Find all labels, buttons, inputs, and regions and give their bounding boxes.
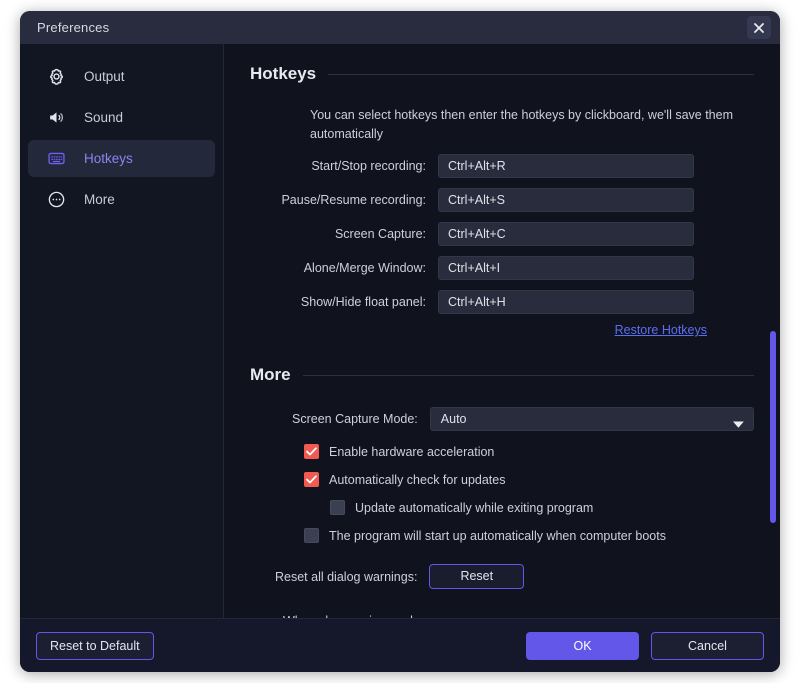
hotkey-row: Screen Capture: bbox=[250, 222, 754, 246]
checkbox-box bbox=[330, 500, 345, 515]
restore-hotkeys-row: Restore Hotkeys bbox=[250, 323, 707, 337]
sidebar-item-label: Sound bbox=[84, 110, 124, 125]
checkbox-enable-hardware-acceleration[interactable]: Enable hardware acceleration bbox=[304, 444, 754, 459]
hotkeys-description: You can select hotkeys then enter the ho… bbox=[310, 108, 733, 141]
hotkey-input-show-hide-float-panel[interactable] bbox=[438, 290, 694, 314]
dialog-footer: Reset to Default OK Cancel bbox=[20, 618, 780, 672]
screen-capture-mode-label: Screen Capture Mode: bbox=[292, 412, 418, 426]
checkbox-start-up-automatically[interactable]: The program will start up automatically … bbox=[304, 528, 754, 543]
checkbox-update-automatically-while-exiting[interactable]: Update automatically while exiting progr… bbox=[330, 500, 754, 515]
ellipsis-circle-icon bbox=[46, 190, 66, 210]
hotkey-label: Pause/Resume recording: bbox=[281, 193, 426, 207]
hotkey-label: Show/Hide float panel: bbox=[300, 295, 426, 309]
screen-capture-mode-row: Screen Capture Mode: Auto bbox=[250, 407, 754, 431]
hotkey-input-screen-capture[interactable] bbox=[438, 222, 694, 246]
ok-button[interactable]: OK bbox=[526, 631, 639, 660]
close-button[interactable] bbox=[747, 16, 771, 39]
sidebar-item-label: More bbox=[84, 192, 115, 207]
scrollbar-thumb[interactable] bbox=[770, 331, 776, 523]
select-value: Auto bbox=[440, 412, 467, 426]
close-icon bbox=[753, 22, 765, 34]
divider bbox=[302, 374, 754, 376]
cancel-button[interactable]: Cancel bbox=[651, 631, 764, 660]
title-bar: Preferences bbox=[20, 11, 780, 44]
sidebar-item-sound[interactable]: Sound bbox=[28, 99, 215, 136]
screen: Preferences Output Sound Hotkeys More Ho… bbox=[0, 0, 800, 683]
hotkey-row: Start/Stop recording: bbox=[250, 154, 754, 178]
checkbox-box bbox=[304, 472, 319, 487]
sidebar-item-hotkeys[interactable]: Hotkeys bbox=[28, 140, 215, 177]
reset-warnings-label: Reset all dialog warnings: bbox=[275, 569, 418, 584]
checkbox-label: The program will start up automatically … bbox=[329, 528, 666, 543]
hotkey-label: Alone/Merge Window: bbox=[303, 261, 426, 275]
checkbox-label: Enable hardware acceleration bbox=[329, 444, 495, 459]
more-section-header: More bbox=[250, 365, 754, 385]
checkbox-box bbox=[304, 528, 319, 543]
checkbox-label: Update automatically while exiting progr… bbox=[355, 500, 594, 515]
hotkey-row: Pause/Resume recording: bbox=[250, 188, 754, 212]
restore-hotkeys-link[interactable]: Restore Hotkeys bbox=[615, 323, 707, 337]
section-title: Hotkeys bbox=[250, 64, 317, 83]
settings-scroll-area[interactable]: Hotkeys You can select hotkeys then ente… bbox=[224, 44, 780, 618]
checkbox-box bbox=[304, 444, 319, 459]
sidebar-item-label: Output bbox=[84, 69, 125, 84]
gear-icon bbox=[46, 67, 66, 87]
hotkey-input-pause-resume-recording[interactable] bbox=[438, 188, 694, 212]
hotkey-label: Start/Stop recording: bbox=[311, 159, 426, 173]
hotkey-input-start-stop-recording[interactable] bbox=[438, 154, 694, 178]
scrollbar[interactable] bbox=[769, 44, 777, 618]
reset-to-default-button[interactable]: Reset to Default bbox=[36, 631, 154, 660]
hotkey-input-alone-merge-window[interactable] bbox=[438, 256, 694, 280]
hotkeys-section-header: Hotkeys bbox=[250, 64, 754, 84]
checkbox-label: Automatically check for updates bbox=[329, 472, 506, 487]
hotkey-label: Screen Capture: bbox=[334, 227, 426, 241]
speaker-icon bbox=[46, 108, 66, 128]
keyboard-icon bbox=[46, 149, 66, 169]
hotkey-row: Alone/Merge Window: bbox=[250, 256, 754, 280]
sidebar-item-more[interactable]: More bbox=[28, 181, 215, 218]
dialog-body: Output Sound Hotkeys More Hotkeys You ca… bbox=[20, 44, 780, 618]
close-panel-label: When close main panel: bbox=[283, 614, 754, 618]
reset-warnings-row: Reset all dialog warnings: Reset bbox=[250, 564, 754, 589]
divider bbox=[328, 73, 754, 75]
settings-content: Hotkeys You can select hotkeys then ente… bbox=[224, 44, 780, 618]
window-title: Preferences bbox=[37, 20, 110, 35]
section-title: More bbox=[250, 365, 291, 384]
hotkey-row: Show/Hide float panel: bbox=[250, 290, 754, 314]
reset-warnings-button[interactable]: Reset bbox=[429, 564, 525, 589]
sidebar: Output Sound Hotkeys More bbox=[20, 44, 224, 618]
checkbox-automatically-check-for-updates[interactable]: Automatically check for updates bbox=[304, 472, 754, 487]
sidebar-item-label: Hotkeys bbox=[84, 151, 133, 166]
preferences-dialog: Preferences Output Sound Hotkeys More Ho… bbox=[20, 11, 780, 672]
sidebar-item-output[interactable]: Output bbox=[28, 58, 215, 95]
chevron-down-icon bbox=[732, 416, 745, 434]
screen-capture-mode-select[interactable]: Auto bbox=[429, 407, 754, 434]
